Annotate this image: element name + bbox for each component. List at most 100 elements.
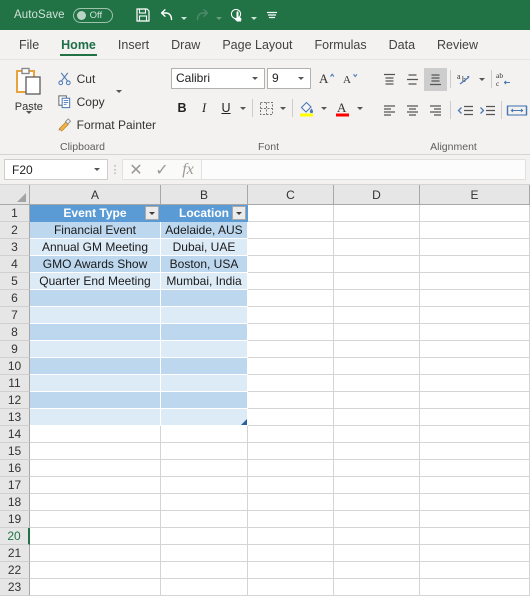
cell-E10[interactable] — [420, 358, 530, 375]
cell-B3[interactable]: Dubai, UAE — [161, 239, 248, 256]
cell-D8[interactable] — [334, 324, 420, 341]
cell-E22[interactable] — [420, 562, 530, 579]
row-header-17[interactable]: 17 — [0, 477, 30, 494]
formula-input[interactable] — [202, 159, 526, 180]
cell-A3[interactable]: Annual GM Meeting — [30, 239, 161, 256]
row-header-5[interactable]: 5 — [0, 273, 30, 290]
cell-D17[interactable] — [334, 477, 420, 494]
save-icon[interactable] — [131, 3, 155, 27]
autosave-toggle[interactable]: Off — [72, 7, 113, 23]
row-header-3[interactable]: 3 — [0, 239, 30, 256]
font-color-dropdown-icon[interactable] — [354, 97, 365, 120]
cell-B20[interactable] — [161, 528, 248, 545]
cell-A11[interactable] — [30, 375, 161, 392]
cell-D4[interactable] — [334, 256, 420, 273]
row-header-6[interactable]: 6 — [0, 290, 30, 307]
bold-button[interactable]: B — [171, 97, 193, 120]
undo-icon[interactable] — [155, 3, 179, 27]
cell-A1[interactable]: Event Type — [30, 205, 161, 222]
column-header-d[interactable]: D — [334, 185, 420, 205]
row-header-4[interactable]: 4 — [0, 256, 30, 273]
cell-D22[interactable] — [334, 562, 420, 579]
cell-D20[interactable] — [334, 528, 420, 545]
cell-B2[interactable]: Adelaide, AUS — [161, 222, 248, 239]
row-header-23[interactable]: 23 — [0, 579, 30, 596]
row-header-1[interactable]: 1 — [0, 205, 30, 222]
cell-E11[interactable] — [420, 375, 530, 392]
cell-D11[interactable] — [334, 375, 420, 392]
filter-dropdown-A[interactable] — [145, 206, 159, 220]
cell-C15[interactable] — [248, 443, 334, 460]
cell-A16[interactable] — [30, 460, 161, 477]
row-header-13[interactable]: 13 — [0, 409, 30, 426]
underline-button[interactable]: U — [215, 97, 237, 120]
cell-D13[interactable] — [334, 409, 420, 426]
touch-mode-icon[interactable] — [225, 3, 249, 27]
decrease-font-size-icon[interactable]: A — [338, 67, 361, 90]
cell-A21[interactable] — [30, 545, 161, 562]
cell-A2[interactable]: Financial Event — [30, 222, 161, 239]
cell-B14[interactable] — [161, 426, 248, 443]
decrease-indent-button[interactable] — [454, 99, 476, 122]
select-all-corner[interactable] — [0, 185, 30, 205]
cell-B17[interactable] — [161, 477, 248, 494]
cell-D5[interactable] — [334, 273, 420, 290]
cell-D10[interactable] — [334, 358, 420, 375]
font-size-dropdown-icon[interactable] — [294, 76, 308, 80]
row-header-11[interactable]: 11 — [0, 375, 30, 392]
cell-A4[interactable]: GMO Awards Show — [30, 256, 161, 273]
cell-C18[interactable] — [248, 494, 334, 511]
cell-D12[interactable] — [334, 392, 420, 409]
cell-E13[interactable] — [420, 409, 530, 426]
cell-B8[interactable] — [161, 324, 248, 341]
align-left-button[interactable] — [378, 99, 401, 122]
font-size-combo[interactable]: 9 — [267, 67, 311, 89]
cell-D18[interactable] — [334, 494, 420, 511]
cut-button[interactable]: Cut — [54, 68, 159, 89]
cell-A22[interactable] — [30, 562, 161, 579]
cell-C5[interactable] — [248, 273, 334, 290]
merge-and-center-button[interactable] — [505, 99, 529, 122]
cell-A14[interactable] — [30, 426, 161, 443]
cell-E4[interactable] — [420, 256, 530, 273]
cell-C20[interactable] — [248, 528, 334, 545]
middle-align-button[interactable] — [401, 68, 424, 91]
tab-review[interactable]: Review — [426, 30, 489, 59]
cell-C13[interactable] — [248, 409, 334, 426]
cell-B10[interactable] — [161, 358, 248, 375]
tab-draw[interactable]: Draw — [160, 30, 211, 59]
cell-E8[interactable] — [420, 324, 530, 341]
center-button[interactable] — [401, 99, 424, 122]
cell-B6[interactable] — [161, 290, 248, 307]
top-align-button[interactable] — [378, 68, 401, 91]
cell-A5[interactable]: Quarter End Meeting — [30, 273, 161, 290]
cancel-formula-icon[interactable]: ✕ — [123, 160, 149, 179]
cell-C6[interactable] — [248, 290, 334, 307]
cell-B11[interactable] — [161, 375, 248, 392]
cell-E23[interactable] — [420, 579, 530, 596]
cell-A23[interactable] — [30, 579, 161, 596]
cell-E20[interactable] — [420, 528, 530, 545]
insert-function-icon[interactable]: fx — [175, 160, 201, 179]
cell-A13[interactable] — [30, 409, 161, 426]
name-box-dropdown-icon[interactable] — [90, 168, 104, 171]
cell-D16[interactable] — [334, 460, 420, 477]
cell-C22[interactable] — [248, 562, 334, 579]
tab-formulas[interactable]: Formulas — [304, 30, 378, 59]
increase-indent-button[interactable] — [476, 99, 498, 122]
cell-D21[interactable] — [334, 545, 420, 562]
cell-C7[interactable] — [248, 307, 334, 324]
cell-D23[interactable] — [334, 579, 420, 596]
cell-B7[interactable] — [161, 307, 248, 324]
tab-insert[interactable]: Insert — [107, 30, 160, 59]
cell-A8[interactable] — [30, 324, 161, 341]
cell-A17[interactable] — [30, 477, 161, 494]
cell-B21[interactable] — [161, 545, 248, 562]
cell-C14[interactable] — [248, 426, 334, 443]
cell-A6[interactable] — [30, 290, 161, 307]
cell-D6[interactable] — [334, 290, 420, 307]
cell-E14[interactable] — [420, 426, 530, 443]
cell-C16[interactable] — [248, 460, 334, 477]
cell-E15[interactable] — [420, 443, 530, 460]
redo-icon[interactable] — [190, 3, 214, 27]
